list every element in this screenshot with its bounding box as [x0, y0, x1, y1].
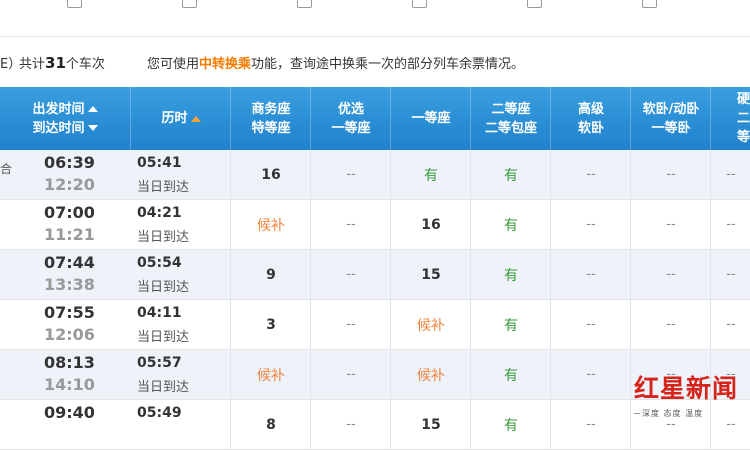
seat-premium: --	[310, 350, 391, 399]
seat-premium: --	[310, 400, 391, 449]
watermark-logo: 红星新闻 深度 态度 温度	[634, 369, 750, 427]
seat-first[interactable]: 16	[390, 200, 471, 249]
row-edge-text: 合	[0, 162, 13, 176]
col-soft-sleeper: 软卧/动卧 一等卧	[630, 87, 711, 150]
seat-first[interactable]: 候补	[390, 300, 471, 349]
watermark-divider	[634, 413, 640, 414]
train-count: 共计31个车次	[19, 54, 105, 72]
duration: 04:11	[137, 305, 182, 321]
arrival-note: 当日到达	[137, 230, 190, 245]
seat-hard: --	[710, 250, 750, 299]
sort-desc-icon	[87, 125, 98, 131]
duration: 05:57	[137, 355, 182, 371]
seat-hard: --	[710, 300, 750, 349]
sort-asc-icon	[87, 106, 98, 112]
seat-deluxe-sleeper: --	[550, 350, 631, 399]
seat-business[interactable]: 候补	[230, 200, 311, 249]
depart-time: 06:39	[44, 153, 95, 172]
seat-business[interactable]: 8	[230, 400, 311, 449]
seat-premium: --	[310, 250, 391, 299]
table-header: 出发时间 到达时间 历时 商务座 特等座 优选 一等座 一等座 二等座 二等包座 高级…	[0, 87, 750, 150]
arrive-time: 14:10	[44, 375, 95, 394]
sort-active-icon	[190, 115, 201, 122]
seat-second[interactable]: 有	[470, 300, 551, 349]
col-business: 商务座 特等座	[230, 87, 311, 150]
col-second: 二等座 二等包座	[470, 87, 551, 150]
filter-checkbox[interactable]	[297, 0, 312, 8]
seat-soft-sleeper: --	[630, 250, 711, 299]
duration: 05:49	[137, 405, 182, 421]
seat-deluxe-sleeper: --	[550, 200, 631, 249]
seat-first[interactable]: 15	[390, 250, 471, 299]
seat-deluxe-sleeper: --	[550, 150, 631, 199]
seat-first[interactable]: 候补	[390, 350, 471, 399]
seat-deluxe-sleeper: --	[550, 250, 631, 299]
filter-checkbox[interactable]	[182, 0, 197, 8]
depart-time: 07:44	[44, 253, 95, 272]
seat-deluxe-sleeper: --	[550, 400, 631, 449]
seat-deluxe-sleeper: --	[550, 300, 631, 349]
duration: 05:54	[137, 255, 182, 271]
col-premium-first: 优选 一等座	[310, 87, 391, 150]
arrival-note: 当日到达	[137, 330, 190, 345]
duration: 05:41	[137, 155, 182, 171]
sort-by-time[interactable]: 出发时间 到达时间	[0, 87, 130, 150]
col-first: 一等座	[390, 87, 471, 150]
filter-checkbox[interactable]	[527, 0, 542, 8]
depart-time: 09:40	[44, 403, 95, 422]
col-hard-sleeper: 硬二等	[710, 87, 750, 150]
seat-business[interactable]: 9	[230, 250, 311, 299]
filter-checkbox[interactable]	[412, 0, 427, 8]
filter-checkbox[interactable]	[642, 0, 657, 8]
depart-time: 08:13	[44, 353, 95, 372]
seat-first[interactable]: 15	[390, 400, 471, 449]
seat-second[interactable]: 有	[470, 250, 551, 299]
arrival-note: 当日到达	[137, 180, 190, 195]
duration: 04:21	[137, 205, 182, 221]
arrive-time: 13:38	[44, 275, 95, 294]
transfer-link[interactable]: 中转换乘	[199, 57, 251, 72]
arrival-note: 当日到达	[137, 280, 190, 295]
seat-second[interactable]: 有	[470, 150, 551, 199]
seat-soft-sleeper: --	[630, 200, 711, 249]
table-row[interactable]: 合 06:39 12:20 05:41 当日到达 16 -- 有 有 -- --…	[0, 150, 750, 200]
seat-premium: --	[310, 300, 391, 349]
seat-business[interactable]: 3	[230, 300, 311, 349]
seat-second[interactable]: 有	[470, 350, 551, 399]
table-row[interactable]: 07:44 13:38 05:54 当日到达 9 -- 15 有 -- -- -…	[0, 250, 750, 300]
table-row[interactable]: 07:55 12:06 04:11 当日到达 3 -- 候补 有 -- -- -…	[0, 300, 750, 350]
seat-business[interactable]: 候补	[230, 350, 311, 399]
arrival-note: 当日到达	[137, 380, 190, 395]
seat-first[interactable]: 有	[390, 150, 471, 199]
result-summary: E） 共计31个车次 您可使用中转换乘功能，查询途中换乘一次的部分列车余票情况。	[0, 53, 750, 81]
transfer-tip: 您可使用中转换乘功能，查询途中换乘一次的部分列车余票情况。	[147, 57, 525, 72]
filter-bar	[0, 0, 750, 37]
seat-business[interactable]: 16	[230, 150, 311, 199]
watermark-brand: 红星新闻	[634, 374, 739, 403]
sort-by-duration[interactable]: 历时	[130, 87, 231, 150]
seat-soft-sleeper: --	[630, 300, 711, 349]
seat-soft-sleeper: --	[630, 150, 711, 199]
seat-second[interactable]: 有	[470, 400, 551, 449]
watermark-tagline: 深度 态度 温度	[642, 409, 704, 418]
filter-checkbox[interactable]	[67, 0, 82, 8]
depart-time: 07:55	[44, 303, 95, 322]
seat-hard: --	[710, 150, 750, 199]
seat-premium: --	[310, 200, 391, 249]
table-row[interactable]: 07:00 11:21 04:21 当日到达 候补 -- 16 有 -- -- …	[0, 200, 750, 250]
arrive-time: 11:21	[44, 225, 95, 244]
arrive-time: 12:06	[44, 325, 95, 344]
seat-hard: --	[710, 200, 750, 249]
seat-second[interactable]: 有	[470, 200, 551, 249]
depart-time: 07:00	[44, 203, 95, 222]
seat-premium: --	[310, 150, 391, 199]
arrive-time: 12:20	[44, 175, 95, 194]
col-deluxe-soft-sleeper: 高级 软卧	[550, 87, 631, 150]
